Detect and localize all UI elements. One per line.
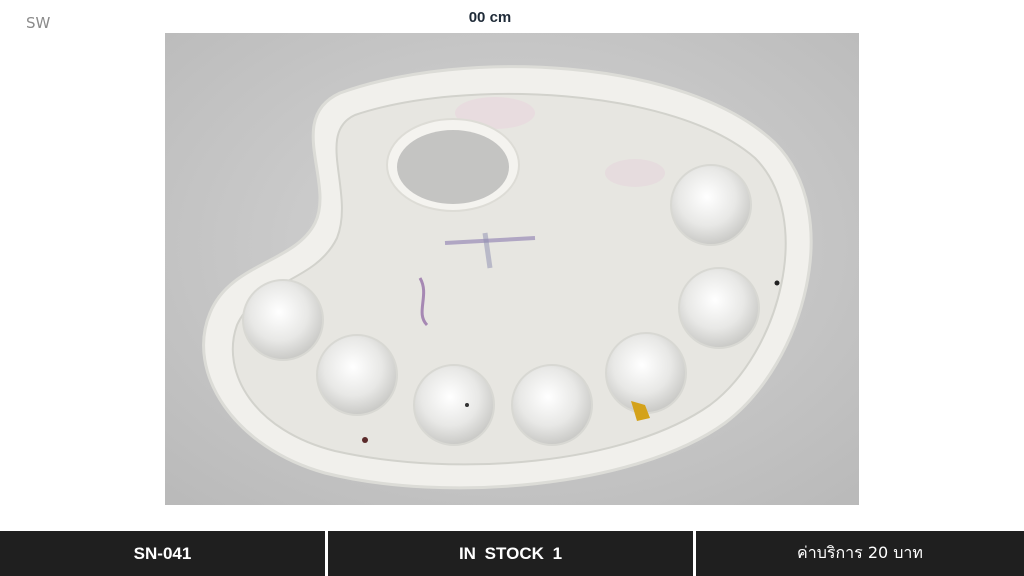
- palette-image: [165, 33, 859, 505]
- service-price: ค่าบริการ 20 บาท: [696, 531, 1024, 576]
- product-code: SN-041: [0, 531, 325, 576]
- brand-mark: SW: [26, 14, 51, 32]
- footer-bar: SN-041 IN STOCK 1 ค่าบริการ 20 บาท: [0, 531, 1024, 576]
- dimension-label: 00 cm: [468, 9, 512, 26]
- product-photo: [165, 33, 859, 505]
- stock-status: IN STOCK 1: [328, 531, 693, 576]
